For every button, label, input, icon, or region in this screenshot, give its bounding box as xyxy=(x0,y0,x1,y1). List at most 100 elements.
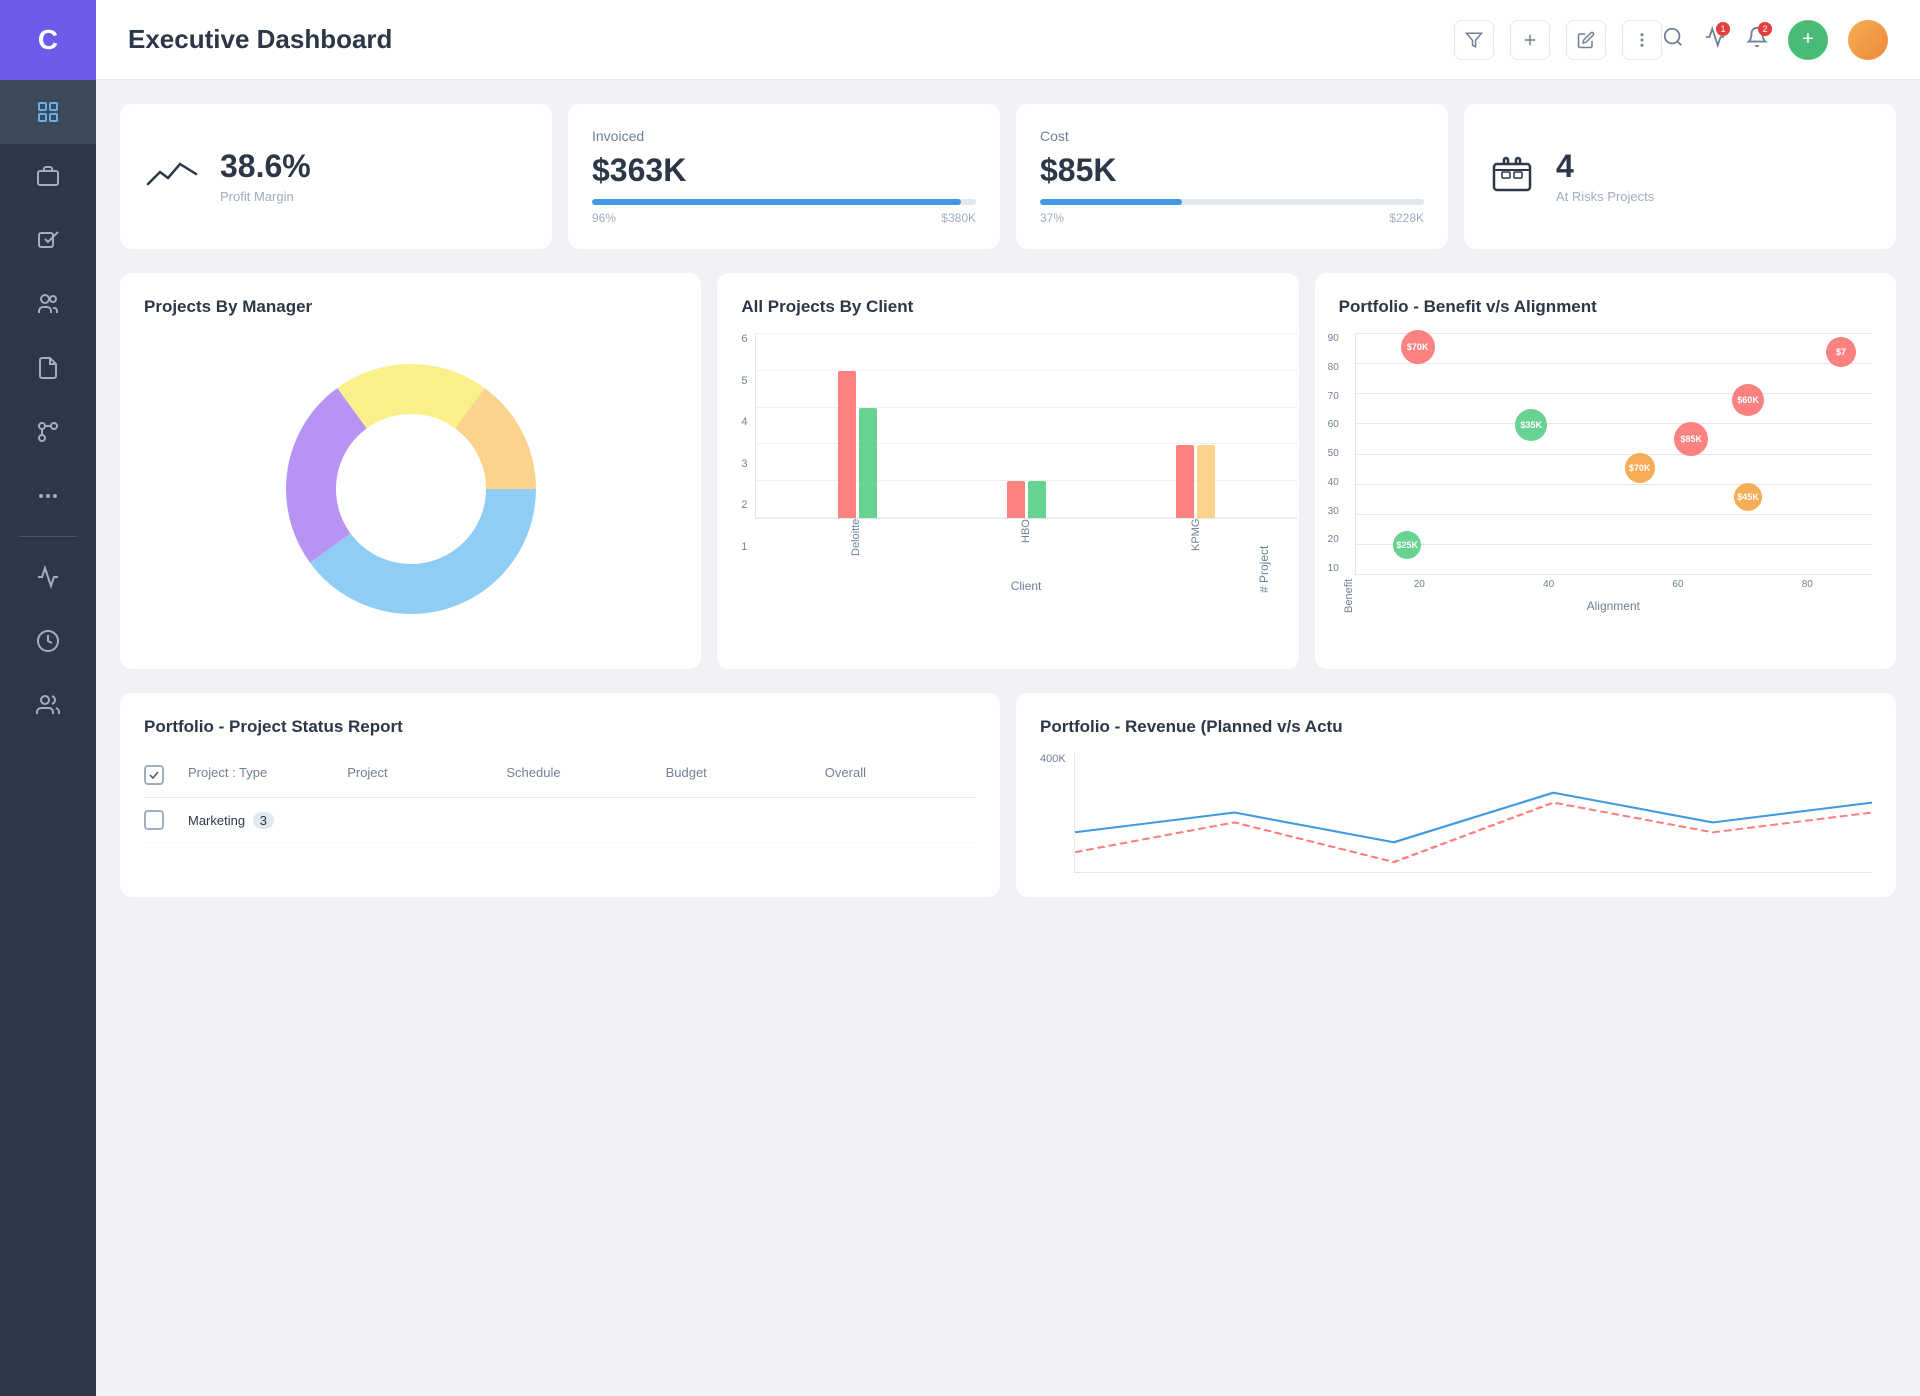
cost-progress-bar xyxy=(1040,199,1182,205)
col-budget: Budget xyxy=(666,765,817,785)
dashboard: 38.6% Profit Margin Invoiced $363K 96% $… xyxy=(96,80,1920,1396)
more-button[interactable] xyxy=(1622,20,1662,60)
cost-progress-bar-container xyxy=(1040,199,1424,205)
page-title: Executive Dashboard xyxy=(128,24,1454,55)
edit-button[interactable] xyxy=(1566,20,1606,60)
invoiced-card: Invoiced $363K 96% $380K xyxy=(568,104,1000,249)
add-button[interactable] xyxy=(1510,20,1550,60)
bar-deloitte-green xyxy=(859,408,877,518)
bar-y-axis: 6 5 4 3 2 1 xyxy=(741,333,755,593)
scatter-wrapper: Benefit xyxy=(1339,333,1872,613)
search-button[interactable] xyxy=(1662,26,1684,53)
bar-deloitte-red xyxy=(838,371,856,518)
cost-pct-label: 37% xyxy=(1040,211,1064,225)
sidebar-item-users[interactable] xyxy=(0,673,96,737)
marketing-badge: 3 xyxy=(253,812,274,829)
user-avatar[interactable] xyxy=(1848,20,1888,60)
portfolio-table-header: Project : Type Project Schedule Budget O… xyxy=(144,753,976,798)
benefit-alignment-title: Portfolio - Benefit v/s Alignment xyxy=(1339,297,1872,317)
cost-max-label: $228K xyxy=(1389,211,1424,225)
bar-y-axis-label: # Project xyxy=(1257,333,1271,593)
col-schedule: Schedule xyxy=(506,765,657,785)
at-risk-icon xyxy=(1488,150,1536,203)
y-tick-4: 4 xyxy=(741,416,747,428)
sidebar-item-document[interactable] xyxy=(0,336,96,400)
sidebar: C xyxy=(0,0,96,1396)
col-checkbox xyxy=(144,765,180,785)
profit-icon xyxy=(144,154,200,199)
scatter-main: 90 80 70 60 50 40 30 20 10 xyxy=(1355,333,1872,613)
sidebar-item-team[interactable] xyxy=(0,272,96,336)
dot-45k: $45K xyxy=(1734,483,1762,511)
sidebar-item-more[interactable] xyxy=(0,464,96,528)
header-checkbox[interactable] xyxy=(144,765,164,785)
projects-by-client-title: All Projects By Client xyxy=(741,297,1274,317)
scatter-x-ticks: 20 40 60 80 xyxy=(1355,575,1872,599)
header: Executive Dashboard xyxy=(96,0,1920,80)
bar-chart-body: Deloitte HBO KPMG Client xyxy=(755,333,1296,593)
invoiced-pct-label: 96% xyxy=(592,211,616,225)
invoiced-amount: $363K xyxy=(592,152,976,189)
charts-row: Projects By Manager xyxy=(120,273,1896,669)
scatter-y-ticks: 90 80 70 60 50 40 30 20 10 xyxy=(1328,333,1339,574)
dot-70k-1: $70K xyxy=(1401,330,1435,364)
notifications-activity[interactable]: 1 xyxy=(1704,26,1726,53)
projects-by-manager-card: Projects By Manager xyxy=(120,273,701,669)
scatter-plot-area: 90 80 70 60 50 40 30 20 10 xyxy=(1355,333,1872,575)
projects-by-client-card: All Projects By Client 6 5 4 3 2 1 xyxy=(717,273,1298,669)
filter-button[interactable] xyxy=(1454,20,1494,60)
x-label-hbo: HBO xyxy=(1020,519,1032,579)
profit-margin-value: 38.6% xyxy=(220,149,311,184)
profit-margin-label: Profit Margin xyxy=(220,189,311,204)
bar-group-deloitte xyxy=(838,371,877,518)
revenue-y-labels: 400K xyxy=(1040,753,1066,765)
col-project-type: Project : Type xyxy=(188,765,339,785)
x-label-kpmg: KPMG xyxy=(1190,519,1202,579)
sidebar-item-clock[interactable] xyxy=(0,609,96,673)
invoiced-max-label: $380K xyxy=(941,211,976,225)
header-right: 1 2 + xyxy=(1662,20,1888,60)
dot-35k: $35K xyxy=(1515,409,1547,441)
revenue-svg xyxy=(1075,753,1872,872)
sidebar-item-dashboard[interactable] xyxy=(0,80,96,144)
portfolio-revenue-title: Portfolio - Revenue (Planned v/s Actu xyxy=(1040,717,1872,737)
row-checkbox[interactable] xyxy=(144,810,164,830)
donut-chart-svg xyxy=(261,349,561,629)
bar-group-kpmg xyxy=(1176,445,1215,518)
profit-margin-value-block: 38.6% Profit Margin xyxy=(220,149,311,203)
dot-25k: $25K xyxy=(1393,531,1421,559)
y-tick-5: 5 xyxy=(741,375,747,387)
dot-60k: $60K xyxy=(1732,384,1764,416)
cell-project-type: Marketing 3 xyxy=(188,813,339,828)
donut-chart-container xyxy=(144,333,677,645)
bar-x-axis-label: Client xyxy=(755,579,1296,593)
notifications-bell[interactable]: 2 xyxy=(1746,26,1768,53)
bar-hbo-green xyxy=(1028,481,1046,518)
revenue-chart-canvas xyxy=(1074,753,1872,873)
invoiced-progress-bar-container xyxy=(592,199,976,205)
sidebar-item-checklist[interactable] xyxy=(0,208,96,272)
invoiced-progress-bar xyxy=(592,199,961,205)
bar-kpmg-red xyxy=(1176,445,1194,518)
cost-title: Cost xyxy=(1040,128,1424,144)
metrics-row: 38.6% Profit Margin Invoiced $363K 96% $… xyxy=(120,104,1896,249)
add-avatar-button[interactable]: + xyxy=(1788,20,1828,60)
dot-7: $7 xyxy=(1826,337,1856,367)
portfolio-revenue-card: Portfolio - Revenue (Planned v/s Actu 40… xyxy=(1016,693,1896,897)
scatter-grid xyxy=(1356,333,1872,574)
sidebar-logo[interactable]: C xyxy=(0,0,96,80)
activity-badge: 1 xyxy=(1716,22,1730,36)
y-tick-6: 6 xyxy=(741,333,747,345)
benefit-alignment-card: Portfolio - Benefit v/s Alignment Benefi… xyxy=(1315,273,1896,669)
col-overall: Overall xyxy=(825,765,976,785)
scatter-y-label: Benefit xyxy=(1339,333,1355,613)
profit-margin-card: 38.6% Profit Margin xyxy=(120,104,552,249)
sidebar-item-branch[interactable] xyxy=(0,400,96,464)
sidebar-item-briefcase[interactable] xyxy=(0,144,96,208)
y-tick-2: 2 xyxy=(741,499,747,511)
sidebar-item-chart[interactable] xyxy=(0,545,96,609)
invoiced-title: Invoiced xyxy=(592,128,976,144)
table-row-marketing: Marketing 3 xyxy=(144,798,976,843)
donut-center xyxy=(337,415,485,563)
invoiced-progress-labels: 96% $380K xyxy=(592,211,976,225)
